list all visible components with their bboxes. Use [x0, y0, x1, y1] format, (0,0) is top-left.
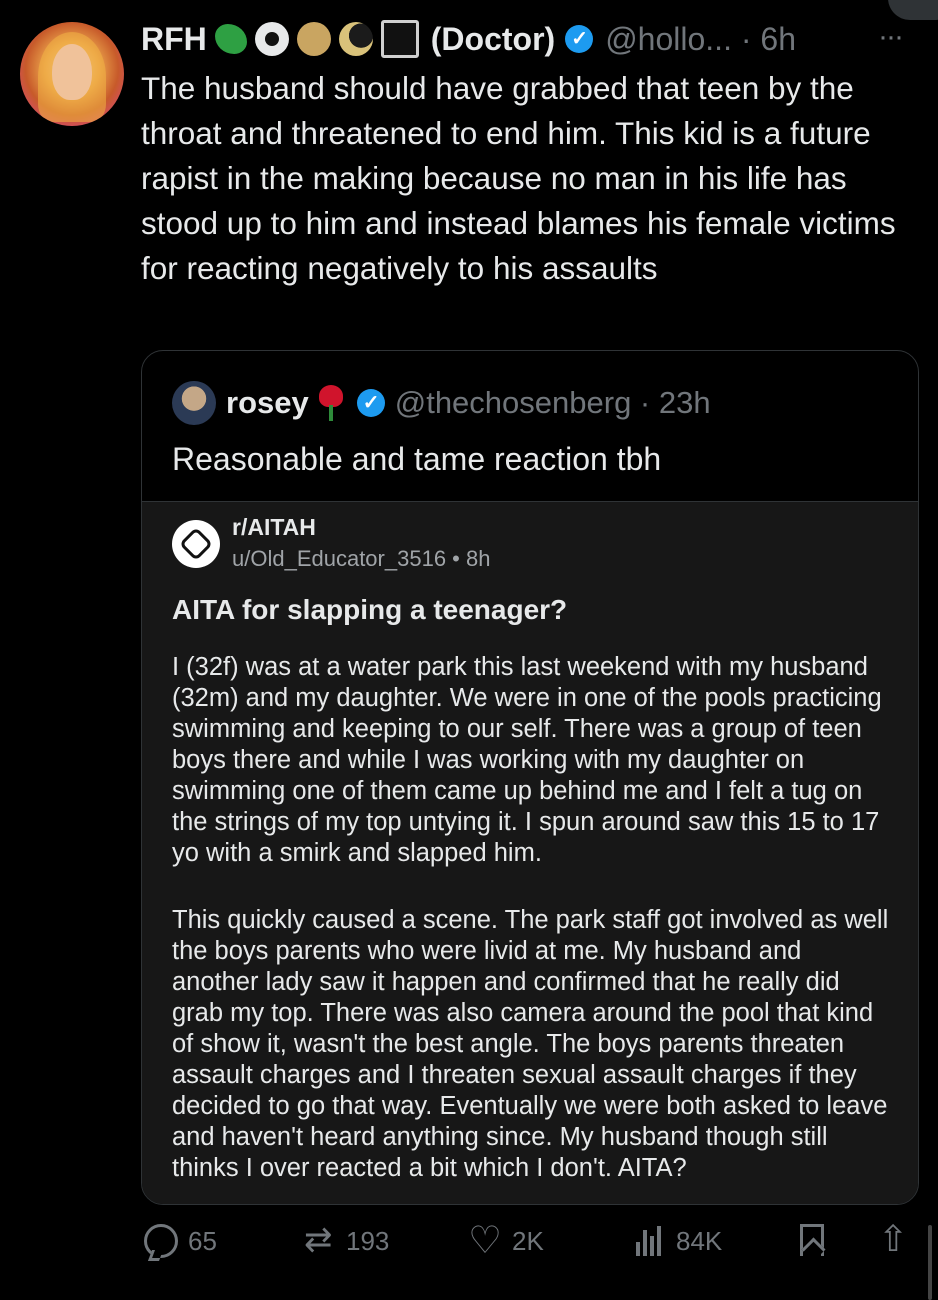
- reddit-post-body: I (32f) was at a water park this last we…: [172, 652, 892, 1204]
- like-count: 2K: [512, 1225, 544, 1256]
- reddit-post-title: AITA for slapping a teenager?: [172, 594, 568, 625]
- reply-icon: [144, 1224, 178, 1258]
- more-options-icon[interactable]: ···: [878, 20, 904, 54]
- black-square-emoji-icon: [380, 20, 419, 58]
- author-name[interactable]: RFH: [141, 21, 207, 58]
- author-name-suffix[interactable]: (Doctor): [431, 21, 555, 58]
- reddit-post-meta: u/Old_Educator_3516 • 8h: [232, 546, 491, 571]
- tweet-header: RFH (Doctor) @hollo... · 6h: [141, 16, 796, 62]
- retweet-button[interactable]: 193: [302, 1220, 390, 1260]
- subreddit-name: r/AITAH: [232, 514, 316, 540]
- share-icon: [876, 1218, 910, 1260]
- subreddit-icon: [172, 520, 220, 568]
- reddit-paragraph-2: This quickly caused a scene. The park st…: [172, 906, 889, 1182]
- heart-icon: [468, 1218, 502, 1263]
- avatar-face: [52, 44, 92, 100]
- quoted-author-name[interactable]: rosey: [226, 385, 309, 421]
- like-button[interactable]: 2K: [468, 1218, 544, 1263]
- eye-emoji-icon: [254, 22, 289, 56]
- reply-button[interactable]: 65: [144, 1224, 217, 1258]
- tweet-actions-bar: 65 193 2K 84K: [140, 1218, 920, 1264]
- lizard-emoji-icon: [214, 24, 247, 54]
- reddit-post-screenshot[interactable]: r/AITAH u/Old_Educator_3516 • 8h AITA fo…: [142, 501, 918, 1204]
- views-chart-icon: [632, 1224, 666, 1258]
- rose-emoji-icon: [317, 385, 345, 421]
- reply-count: 65: [188, 1225, 217, 1256]
- saturn-emoji-icon: [296, 22, 331, 56]
- reddit-paragraph-1: I (32f) was at a water park this last we…: [172, 653, 882, 867]
- author-handle-time[interactable]: @hollo... · 6h: [605, 21, 796, 58]
- quoted-tweet-text: Reasonable and tame reaction tbh: [172, 441, 662, 477]
- tweet-text: The husband should have grabbed that tee…: [141, 70, 896, 286]
- retweet-icon: [302, 1220, 336, 1260]
- views-button[interactable]: 84K: [632, 1224, 722, 1258]
- moon-emoji-icon: [338, 22, 373, 56]
- author-avatar[interactable]: [20, 22, 124, 126]
- quoted-author-handle-time[interactable]: @thechosenberg · 23h: [395, 385, 711, 421]
- quoted-author-avatar[interactable]: [172, 381, 216, 425]
- verified-badge-icon[interactable]: [565, 25, 594, 53]
- window-corner: [888, 0, 938, 20]
- bookmark-button[interactable]: [800, 1224, 834, 1256]
- share-button[interactable]: [876, 1218, 920, 1260]
- views-count: 84K: [676, 1225, 723, 1256]
- quoted-verified-badge-icon[interactable]: [356, 389, 385, 417]
- scrollbar[interactable]: [928, 1225, 932, 1300]
- quoted-tweet-header: rosey @thechosenberg · 23h: [172, 381, 711, 425]
- retweet-count: 193: [346, 1225, 390, 1256]
- quoted-tweet[interactable]: rosey @thechosenberg · 23h Reasonable an…: [141, 350, 919, 1205]
- bookmark-icon: [800, 1224, 824, 1256]
